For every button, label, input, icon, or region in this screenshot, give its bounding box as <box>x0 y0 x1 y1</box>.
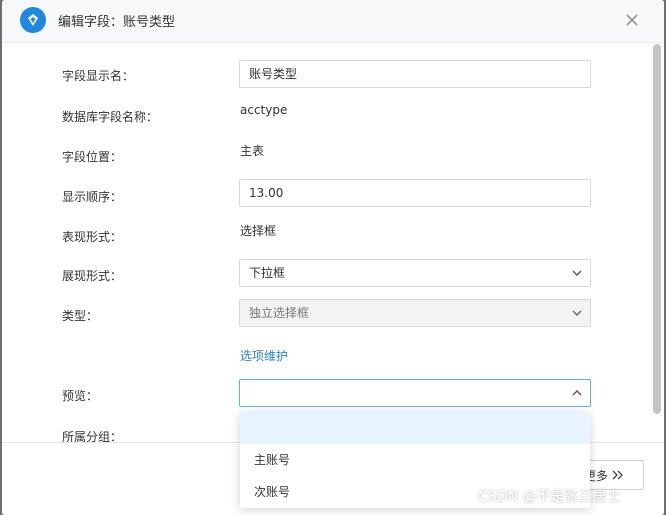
option-maintenance-link[interactable]: 选项维护 <box>240 347 288 364</box>
chevron-up-icon <box>572 390 582 396</box>
presentation-form-label: 表现形式： <box>62 230 123 244</box>
dialog-title: 编辑字段：账号类型 <box>58 15 176 30</box>
display-form-value: 下拉框 <box>249 266 286 280</box>
field-position-label: 字段位置： <box>62 150 123 164</box>
chevron-down-icon <box>572 270 582 276</box>
field-position-value: 主表 <box>240 144 265 158</box>
presentation-form-value: 选择框 <box>240 224 277 238</box>
double-chevron-right-icon <box>612 470 623 480</box>
display-form-label: 展现形式： <box>62 269 123 283</box>
app-logo-icon <box>20 7 46 33</box>
chevron-down-icon <box>572 310 582 316</box>
display-name-label: 字段显示名： <box>62 69 135 83</box>
db-field-name-value: acctype <box>240 103 288 117</box>
display-order-value: 13.00 <box>249 186 284 200</box>
type-select: 独立选择框 <box>239 299 591 327</box>
preview-label: 预览： <box>62 389 99 403</box>
type-label: 类型： <box>62 309 99 323</box>
display-order-label: 显示顺序： <box>62 190 123 204</box>
dropdown-option-primary-account[interactable]: 主账号 <box>240 444 590 476</box>
type-value: 独立选择框 <box>249 306 310 320</box>
close-icon[interactable] <box>620 8 644 32</box>
display-name-input[interactable]: 账号类型 <box>239 60 591 88</box>
display-form-select[interactable]: 下拉框 <box>239 259 591 287</box>
scrollbar-thumb[interactable] <box>653 44 661 414</box>
dropdown-option-empty[interactable] <box>240 412 590 444</box>
preview-select[interactable] <box>239 379 591 407</box>
dialog-header: 编辑字段：账号类型 <box>2 0 664 43</box>
display-order-input[interactable]: 13.00 <box>239 179 591 207</box>
db-field-name-label: 数据库字段名称： <box>62 110 159 124</box>
display-name-value: 账号类型 <box>249 67 298 81</box>
watermark: CSDN @不是张三居士 <box>478 489 621 505</box>
